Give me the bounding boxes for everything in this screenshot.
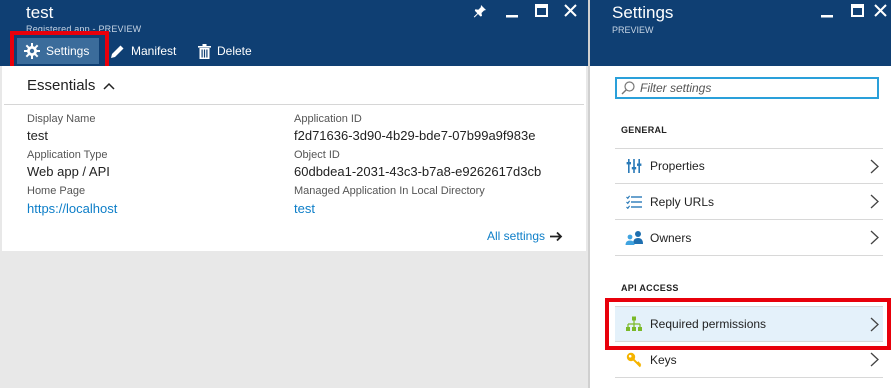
pin-icon[interactable] — [473, 4, 487, 21]
close-icon[interactable] — [564, 4, 577, 20]
manifest-button-label: Manifest — [131, 44, 177, 58]
chevron-right-icon — [870, 230, 879, 245]
all-settings-label: All settings — [487, 229, 546, 243]
filter-settings-box[interactable] — [615, 77, 879, 99]
settings-blade-header: Settings PREVIEW — [590, 0, 891, 66]
home-page-link[interactable]: https://localhost — [27, 201, 117, 216]
display-name-label: Display Name — [27, 113, 96, 125]
settings-item-owners[interactable]: Owners — [615, 220, 883, 256]
chevron-right-icon — [870, 159, 879, 173]
essentials-panel: Essentials Display Name test Application… — [2, 66, 586, 251]
app-blade: test Registered app - PREVIEW Settings M… — [0, 0, 588, 388]
list-icon — [624, 192, 644, 212]
settings-item-properties[interactable]: Properties — [615, 148, 883, 184]
close-icon[interactable] — [874, 4, 887, 20]
application-type-label: Application Type — [27, 149, 108, 161]
minimize-icon[interactable] — [821, 4, 833, 21]
properties-icon — [624, 156, 644, 176]
chevron-right-icon — [870, 352, 879, 367]
settings-item-label: Keys — [650, 352, 677, 367]
section-heading-general: GENERAL — [621, 125, 668, 135]
trash-icon — [198, 43, 211, 59]
minimize-icon[interactable] — [506, 4, 518, 21]
owners-icon — [624, 228, 644, 248]
manifest-button[interactable]: Manifest — [110, 38, 176, 64]
delete-button[interactable]: Delete — [198, 38, 252, 64]
object-id-label: Object ID — [294, 149, 340, 161]
settings-item-label: Owners — [650, 230, 692, 245]
object-id-value: 60dbdea1-2031-43c3-b7a8-e9262617d3cb — [294, 164, 542, 179]
home-page-label: Home Page — [27, 185, 86, 197]
essentials-toggle[interactable]: Essentials — [27, 77, 115, 94]
all-settings-link[interactable]: All settings — [487, 229, 563, 243]
pencil-icon — [111, 45, 124, 58]
filter-settings-input[interactable] — [640, 81, 870, 95]
blade-title: test — [26, 3, 54, 22]
app-blade-header: test Registered app - PREVIEW Settings M… — [0, 0, 588, 72]
maximize-icon[interactable] — [535, 4, 548, 20]
arrow-right-icon — [550, 231, 563, 241]
maximize-icon[interactable] — [851, 4, 864, 20]
display-name-value: test — [27, 128, 48, 143]
chevron-right-icon — [870, 194, 879, 209]
delete-button-label: Delete — [217, 44, 252, 58]
settings-item-label: Reply URLs — [650, 194, 715, 209]
essentials-heading: Essentials — [27, 77, 96, 94]
required-permissions-highlight-box — [605, 298, 891, 350]
settings-blade-title: Settings — [612, 3, 674, 22]
application-type-value: Web app / API — [27, 164, 110, 179]
managed-app-label: Managed Application In Local Directory — [294, 185, 485, 197]
search-icon — [621, 81, 635, 95]
settings-item-reply-urls[interactable]: Reply URLs — [615, 184, 883, 220]
section-heading-api-access: API ACCESS — [621, 283, 679, 293]
settings-blade-subtitle: PREVIEW — [612, 25, 654, 35]
key-icon — [624, 350, 644, 370]
divider — [4, 104, 584, 105]
application-id-label: Application ID — [294, 113, 362, 125]
managed-app-link[interactable]: test — [294, 201, 315, 216]
settings-item-label: Properties — [650, 159, 705, 173]
chevron-up-icon — [103, 82, 115, 90]
application-id-value: f2d71636-3d90-4b29-bde7-07b99a9f983e — [294, 128, 536, 143]
